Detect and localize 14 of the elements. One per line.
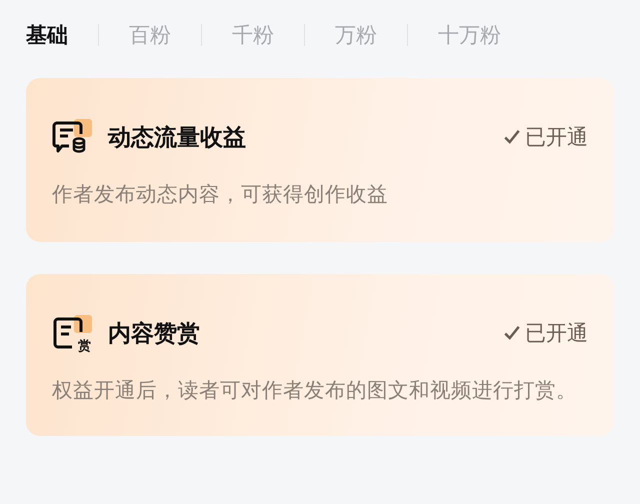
status-text: 已开通: [525, 320, 588, 347]
card-description: 权益开通后，读者可对作者发布的图文和视频进行打赏。: [52, 377, 578, 404]
card-description: 作者发布动态内容，可获得创作收益: [52, 181, 389, 208]
check-icon: [503, 128, 521, 146]
tab[interactable]: 百粉: [129, 21, 171, 49]
tab[interactable]: 千粉: [232, 21, 274, 49]
tab[interactable]: 基础: [26, 21, 68, 49]
message-coins-icon: [52, 119, 92, 155]
card-title: 内容赞赏: [108, 320, 201, 348]
card-title: 动态流量收益: [108, 124, 247, 152]
status-text: 已开通: [525, 124, 588, 151]
tab[interactable]: 万粉: [335, 21, 377, 49]
tab[interactable]: 十万粉: [438, 21, 501, 49]
check-icon: [503, 324, 521, 342]
